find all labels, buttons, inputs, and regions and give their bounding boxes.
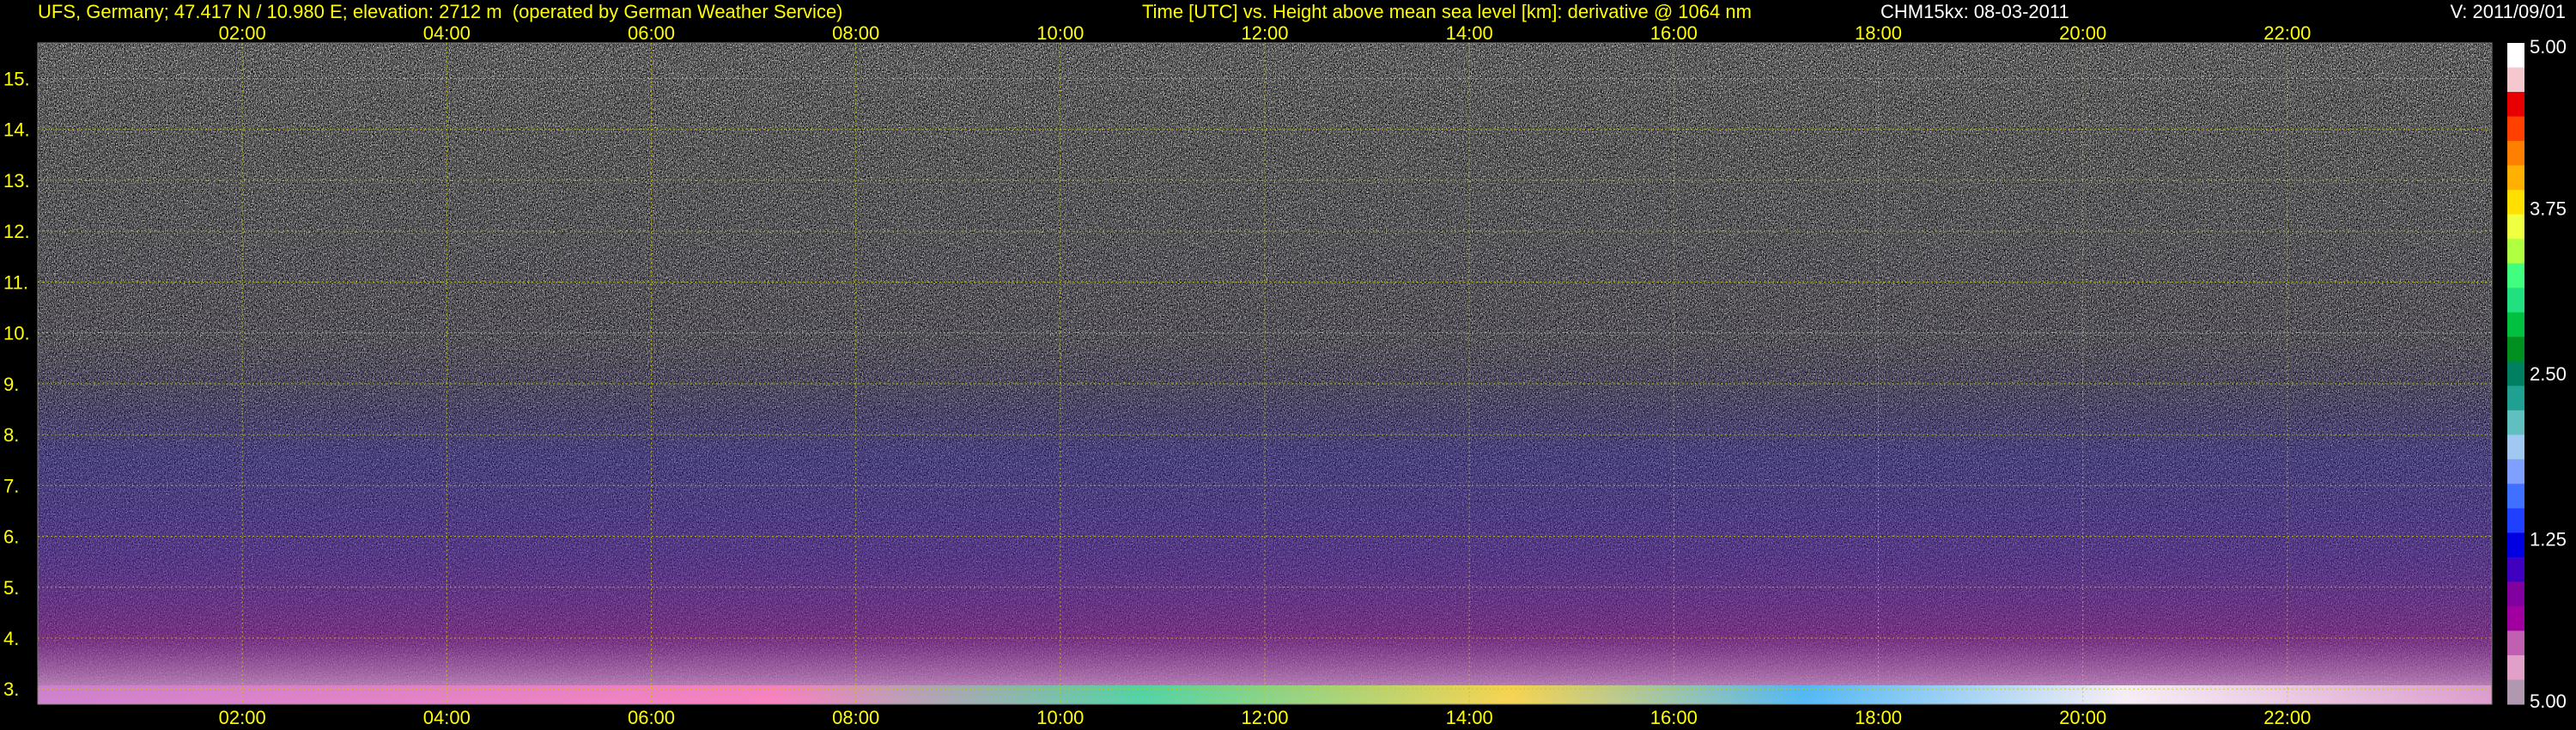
colorbar-segment bbox=[2507, 654, 2524, 680]
colorbar-label: 5.00 bbox=[2530, 690, 2567, 712]
y-tick-label: 4. bbox=[3, 628, 19, 649]
colorbar-segment bbox=[2507, 435, 2524, 460]
y-tick-label: 8. bbox=[3, 424, 19, 446]
x-tick-label-bottom: 14:00 bbox=[1446, 707, 1493, 728]
y-tick-label: 7. bbox=[3, 475, 19, 496]
x-tick-label-bottom: 04:00 bbox=[423, 707, 471, 728]
y-tick-label: 3. bbox=[3, 678, 19, 700]
x-tick-label-bottom: 18:00 bbox=[1855, 707, 1902, 728]
colorbar-segment bbox=[2507, 410, 2524, 435]
colorbar-segment bbox=[2507, 312, 2524, 338]
colorbar-segment bbox=[2507, 67, 2524, 93]
colorbar-segment bbox=[2507, 263, 2524, 289]
x-tick-label-bottom: 20:00 bbox=[2059, 707, 2106, 728]
colorbar-segment bbox=[2507, 92, 2524, 118]
colorbar-segment bbox=[2507, 214, 2524, 240]
colorbar-segment bbox=[2507, 679, 2524, 705]
x-tick-label-bottom: 16:00 bbox=[1650, 707, 1698, 728]
x-tick-label-top: 20:00 bbox=[2059, 22, 2106, 44]
x-tick-label-top: 02:00 bbox=[219, 22, 266, 44]
x-tick-label-bottom: 10:00 bbox=[1036, 707, 1084, 728]
y-tick-label: 15. bbox=[3, 68, 30, 89]
colorbar-segment bbox=[2507, 581, 2524, 607]
colorbar-label: 1.25 bbox=[2530, 529, 2567, 551]
colorbar-segment bbox=[2507, 288, 2524, 313]
colorbar-label: 3.75 bbox=[2530, 198, 2567, 220]
colorbar-segment bbox=[2507, 43, 2524, 69]
colorbar-segment bbox=[2507, 557, 2524, 582]
y-tick-label: 10. bbox=[3, 323, 30, 344]
x-tick-label-bottom: 02:00 bbox=[219, 707, 266, 728]
colorbar-segment bbox=[2507, 484, 2524, 509]
x-tick-label-top: 08:00 bbox=[832, 22, 879, 44]
colorbar-segment bbox=[2507, 532, 2524, 558]
colorbar-segment bbox=[2507, 165, 2524, 191]
colorbar-segment bbox=[2507, 239, 2524, 265]
y-tick-label: 12. bbox=[3, 221, 30, 242]
y-tick-label: 6. bbox=[3, 526, 19, 548]
colorbar-segment bbox=[2507, 459, 2524, 484]
y-tick-label: 9. bbox=[3, 374, 19, 395]
colorbar-segment bbox=[2507, 605, 2524, 631]
x-tick-label-top: 14:00 bbox=[1446, 22, 1493, 44]
x-tick-label-top: 06:00 bbox=[628, 22, 675, 44]
x-tick-label-top: 18:00 bbox=[1855, 22, 1902, 44]
colorbar-segment bbox=[2507, 116, 2524, 142]
colorbar-segment bbox=[2507, 190, 2524, 216]
ceilometer-chart: 02:00 02:00 04:00 04:00 06:00 06:00 08:00 08:00… bbox=[3, 22, 2567, 728]
colorbar-label: 2.50 bbox=[2530, 363, 2567, 385]
colorbar-segment bbox=[2507, 508, 2524, 533]
x-tick-label-bottom: 22:00 bbox=[2263, 707, 2311, 728]
colorbar-segment bbox=[2507, 630, 2524, 656]
x-tick-label-top: 12:00 bbox=[1241, 22, 1288, 44]
x-tick-label-top: 04:00 bbox=[423, 22, 471, 44]
x-tick-label-top: 22:00 bbox=[2263, 22, 2311, 44]
y-tick-label: 14. bbox=[3, 119, 30, 141]
colorbar-segment bbox=[2507, 337, 2524, 362]
colorbar-label: 5.00 bbox=[2530, 36, 2567, 58]
x-tick-label-top: 16:00 bbox=[1650, 22, 1698, 44]
colorbar-segment bbox=[2507, 141, 2524, 167]
x-tick-label-top: 10:00 bbox=[1036, 22, 1084, 44]
x-tick-label-bottom: 08:00 bbox=[832, 707, 879, 728]
colorbar-segment bbox=[2507, 386, 2524, 411]
x-tick-label-bottom: 06:00 bbox=[628, 707, 675, 728]
x-tick-label-bottom: 12:00 bbox=[1241, 707, 1288, 728]
y-tick-label: 5. bbox=[3, 577, 19, 599]
y-tick-label: 13. bbox=[3, 170, 30, 192]
colorbar-segment bbox=[2507, 361, 2524, 386]
y-tick-label: 11. bbox=[3, 271, 28, 293]
